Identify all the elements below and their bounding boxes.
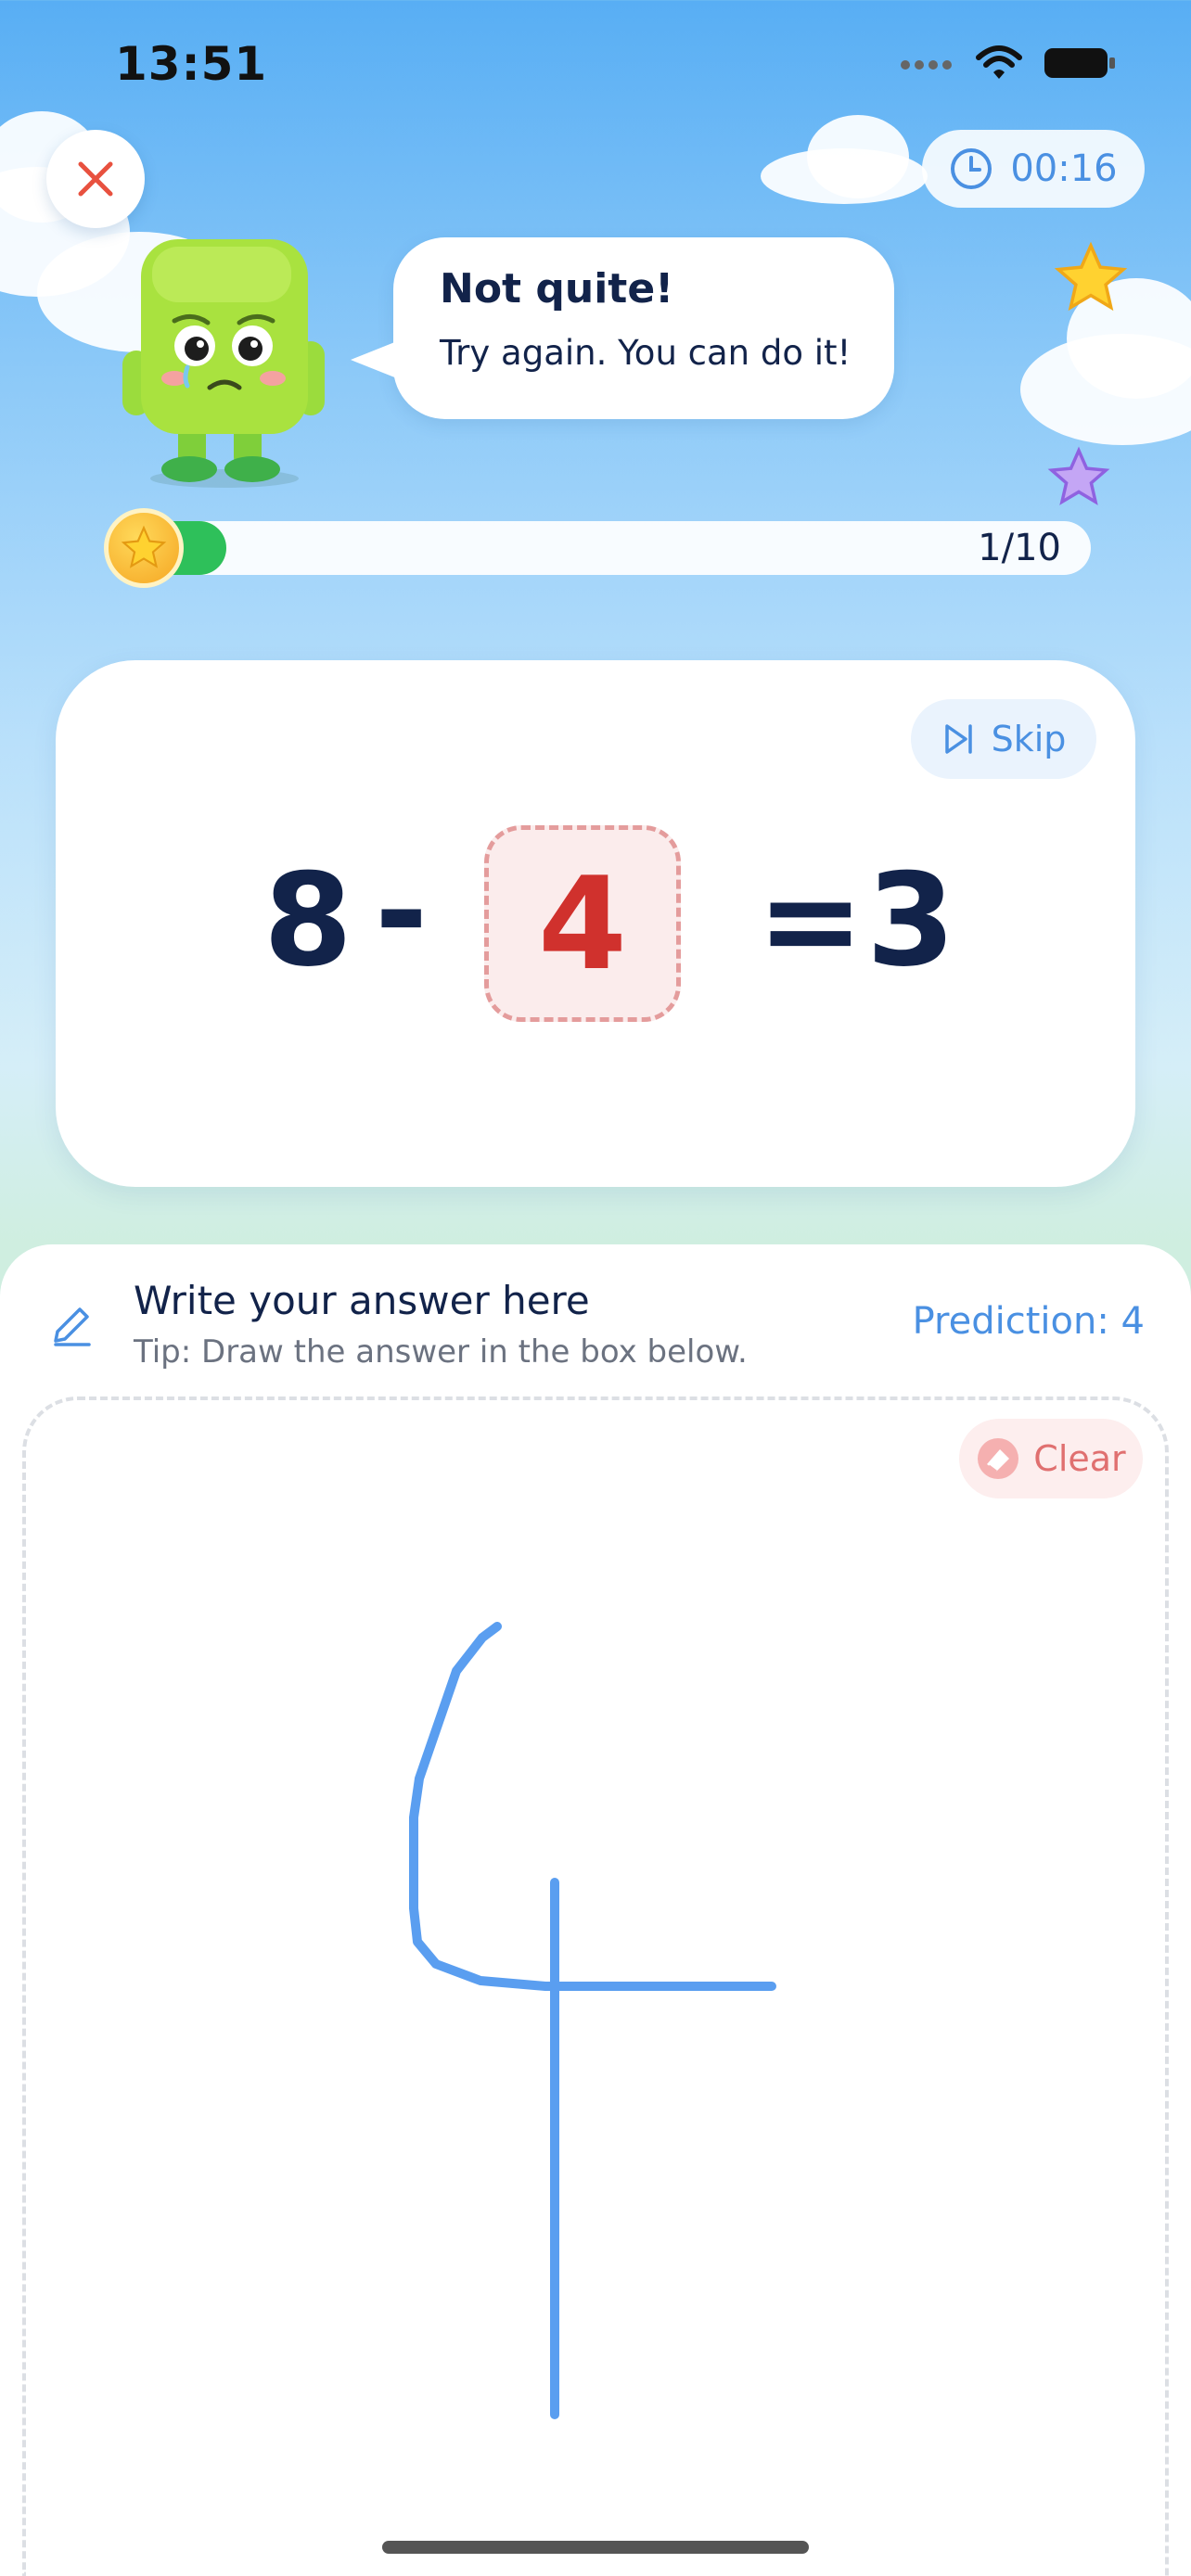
- clear-label: Clear: [1033, 1438, 1126, 1479]
- skip-icon: [944, 724, 972, 754]
- mascot-character: [122, 239, 325, 488]
- operator: -: [375, 836, 429, 986]
- answer-box: 4: [484, 825, 681, 1022]
- close-icon: [78, 161, 113, 197]
- eraser-icon: [978, 1438, 1019, 1479]
- write-title: Write your answer here: [134, 1278, 590, 1323]
- writing-panel: Write your answer here Tip: Draw the ans…: [0, 1244, 1191, 2576]
- operand-a: 8: [263, 846, 353, 995]
- equals-sign: =: [757, 846, 864, 995]
- prediction-label: Prediction: 4: [912, 1300, 1145, 1343]
- drawn-stroke: [409, 1622, 776, 2419]
- clear-button[interactable]: Clear: [959, 1419, 1143, 1498]
- result: 3: [866, 846, 956, 995]
- star-icon: [1054, 241, 1128, 312]
- skip-button[interactable]: Skip: [911, 699, 1096, 779]
- wifi-icon: [976, 45, 1022, 79]
- signal-icon: [901, 60, 952, 70]
- close-button[interactable]: [46, 130, 145, 228]
- pencil-icon: [54, 1307, 91, 1346]
- progress-bar: 1/10: [130, 521, 1091, 575]
- drawing-canvas[interactable]: [22, 1396, 1169, 2576]
- speech-bubble: Not quite! Try again. You can do it!: [351, 237, 894, 419]
- feedback-title: Not quite!: [440, 265, 674, 312]
- write-tip: Tip: Draw the answer in the box below.: [134, 1333, 748, 1371]
- progress-label: 1/10: [978, 527, 1061, 569]
- star-icon: [121, 525, 167, 568]
- timer-value: 00:16: [1010, 147, 1118, 190]
- skip-label: Skip: [991, 719, 1067, 759]
- battery-icon: [1044, 48, 1115, 78]
- star-icon: [1047, 446, 1110, 505]
- status-icons: [900, 45, 1117, 82]
- cloud-decoration: [807, 115, 909, 198]
- feedback-message: Try again. You can do it!: [440, 333, 852, 373]
- question-card: Skip 8 - 4 = 3: [56, 660, 1135, 1187]
- progress-star-badge: [104, 508, 184, 588]
- timer: 00:16: [922, 130, 1145, 208]
- home-indicator: [382, 2541, 809, 2554]
- clock-icon: [951, 148, 992, 189]
- status-time: 13:51: [115, 37, 268, 91]
